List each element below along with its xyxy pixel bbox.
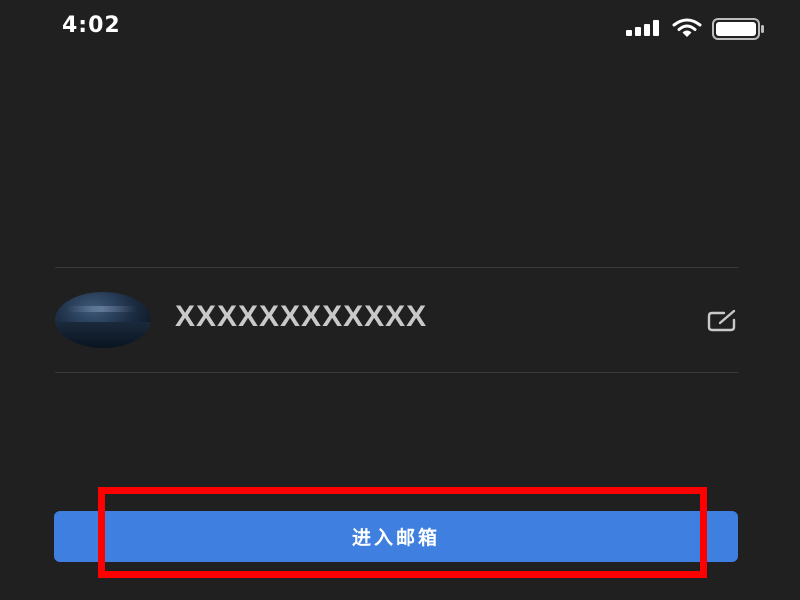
battery-icon [712,18,766,40]
wifi-icon [672,18,702,38]
account-row[interactable]: XXXXXXXXXXXX [55,268,738,372]
enter-mailbox-button[interactable]: 进入邮箱 [54,511,738,562]
edit-icon[interactable] [706,308,738,334]
status-time: 4:02 [62,13,121,38]
status-bar: 4:02 [0,0,800,60]
mail-login-screen: 4:02 XXXXXXXXXXXX 进入邮箱 [0,0,800,600]
account-name: XXXXXXXXXXXX [175,300,428,333]
divider-bottom [55,372,738,373]
cellular-signal-icon [626,20,662,36]
avatar [55,292,151,348]
